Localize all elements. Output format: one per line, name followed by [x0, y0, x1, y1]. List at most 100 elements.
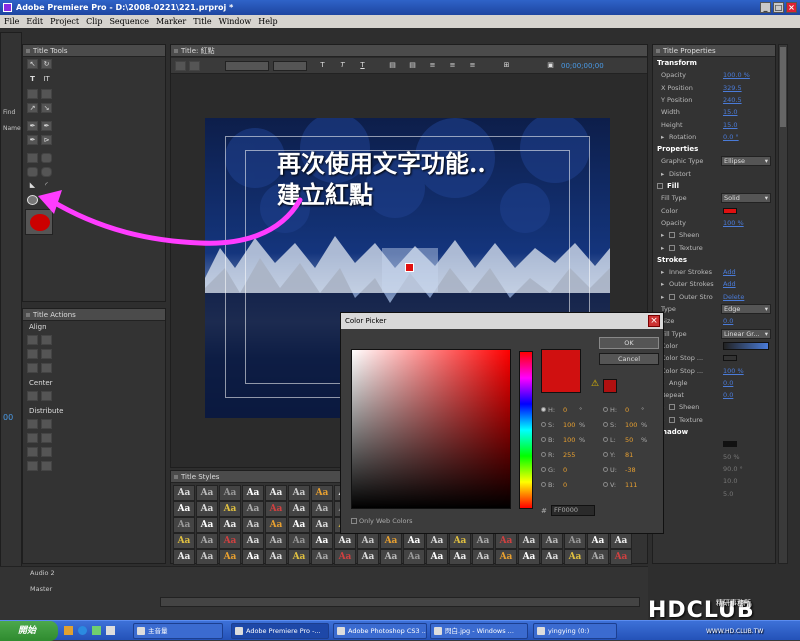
color-swatch[interactable]	[723, 355, 737, 362]
color-field[interactable]: Y: 81	[603, 450, 693, 460]
property-dropdown[interactable]: Solid ▾	[721, 193, 771, 204]
field-value[interactable]: 0	[563, 405, 567, 415]
distribute-7-icon[interactable]	[27, 461, 38, 471]
align-center-text-icon[interactable]: ≡	[447, 61, 458, 71]
expand-arrow-icon[interactable]: ▸	[661, 131, 664, 143]
distribute-2-icon[interactable]	[41, 419, 52, 429]
property-value[interactable]: 240.5	[723, 94, 742, 106]
distribute-8-icon[interactable]	[41, 461, 52, 471]
color-field[interactable]: V: 111	[603, 480, 693, 490]
title-style-swatch[interactable]: Aa	[380, 549, 402, 565]
distribute-6-icon[interactable]	[41, 447, 52, 457]
title-style-swatch[interactable]: Aa	[357, 549, 379, 565]
distribute-1-icon[interactable]	[27, 419, 38, 429]
clipped-rectangle-tool-icon[interactable]	[41, 153, 52, 163]
arc-tool-icon[interactable]: ◜	[41, 181, 52, 191]
red-dot-shape[interactable]	[405, 263, 414, 272]
property-dropdown[interactable]: Linear Gr... ▾	[721, 328, 771, 339]
menu-file[interactable]: File	[4, 17, 19, 26]
title-actions-tab[interactable]: Title Actions	[23, 309, 165, 321]
minimize-button[interactable]: _	[760, 2, 771, 13]
gradient-ramp[interactable]	[723, 341, 769, 350]
new-title-icon[interactable]	[175, 61, 186, 71]
title-style-swatch[interactable]: Aa	[311, 533, 333, 549]
title-style-swatch[interactable]: Aa	[311, 517, 333, 533]
taskbar-button-photoshop[interactable]: Adobe Photoshop CS3 ...	[333, 623, 427, 639]
vertical-area-type-tool-icon[interactable]	[41, 89, 52, 99]
field-radio[interactable]	[603, 467, 608, 472]
align-bottom-icon[interactable]	[41, 363, 52, 373]
vertical-type-tool-icon[interactable]: IT	[41, 75, 52, 85]
leading-icon[interactable]: ▤	[407, 61, 418, 71]
taskbar-button-drive[interactable]: yingying (0:)	[533, 623, 617, 639]
close-window-button[interactable]: ×	[786, 2, 797, 13]
timeline-scrollbar[interactable]	[160, 597, 640, 607]
property-section-label[interactable]: Fill	[667, 180, 679, 192]
title-style-swatch[interactable]: Aa	[403, 549, 425, 565]
title-style-swatch[interactable]: Aa	[196, 485, 218, 501]
gamut-color-swatch[interactable]	[603, 379, 617, 393]
title-style-swatch[interactable]: Aa	[288, 501, 310, 517]
kerning-icon[interactable]: ▤	[387, 61, 398, 71]
title-style-swatch[interactable]: Aa	[587, 549, 609, 565]
menu-window[interactable]: Window	[219, 17, 252, 26]
title-style-swatch[interactable]: Aa	[518, 533, 540, 549]
property-value[interactable]: 0.0 °	[723, 131, 739, 143]
field-value[interactable]: 0	[625, 405, 629, 415]
title-style-swatch[interactable]: Aa	[564, 533, 586, 549]
taskbar-button-volume[interactable]: 主音量	[133, 623, 223, 639]
convert-anchor-tool-icon[interactable]: ⊳	[41, 135, 52, 145]
taskbar-button-image-viewer[interactable]: 閃白.jpg - Windows ...	[430, 623, 528, 639]
property-value[interactable]: 15.0	[723, 106, 737, 118]
align-left-icon[interactable]	[27, 335, 38, 345]
title-style-swatch[interactable]: Aa	[173, 533, 195, 549]
title-style-swatch[interactable]: Aa	[610, 533, 632, 549]
add-anchor-tool-icon[interactable]: ✒	[27, 135, 38, 145]
field-radio[interactable]	[541, 452, 546, 457]
pen-tool-icon[interactable]: ✒	[27, 121, 38, 131]
color-field[interactable]: S: 100%	[603, 420, 693, 430]
expand-arrow-icon[interactable]: ▸	[661, 242, 664, 254]
color-field[interactable]: H: 0 °	[603, 405, 693, 415]
rotation-tool-icon[interactable]: ↻	[41, 59, 52, 69]
title-panel-tab[interactable]: Title: 紅點	[171, 45, 647, 57]
title-style-swatch[interactable]: Aa	[495, 549, 517, 565]
title-style-swatch[interactable]: Aa	[311, 501, 333, 517]
property-value[interactable]: Add	[723, 266, 736, 278]
title-style-swatch[interactable]: Aa	[541, 533, 563, 549]
title-style-swatch[interactable]: Aa	[288, 517, 310, 533]
title-tools-tab[interactable]: Title Tools	[23, 45, 165, 57]
rounded-corner-rectangle-tool-icon[interactable]	[41, 167, 52, 177]
title-style-swatch[interactable]: Aa	[265, 517, 287, 533]
title-style-swatch[interactable]: Aa	[242, 517, 264, 533]
rounded-rectangle-tool-icon[interactable]	[27, 167, 38, 177]
field-value[interactable]: 100	[563, 435, 575, 445]
italic-icon[interactable]: T	[337, 61, 348, 71]
title-style-swatch[interactable]: Aa	[173, 549, 195, 565]
rectangle-tool-icon[interactable]	[27, 153, 38, 163]
title-style-swatch[interactable]: Aa	[495, 533, 517, 549]
title-style-swatch[interactable]: Aa	[311, 485, 333, 501]
color-swatch[interactable]	[723, 441, 737, 448]
properties-scrollbar[interactable]	[778, 44, 788, 564]
field-radio[interactable]	[603, 422, 608, 427]
property-value[interactable]: 10.0	[723, 475, 737, 487]
expand-arrow-icon[interactable]: ▸	[661, 168, 664, 180]
property-dropdown[interactable]: Ellipse ▾	[721, 156, 771, 167]
title-style-swatch[interactable]: Aa	[242, 485, 264, 501]
field-value[interactable]: 0	[563, 480, 567, 490]
ellipse-tool-icon[interactable]	[27, 195, 38, 205]
hex-input[interactable]: FF0000	[551, 505, 595, 516]
align-top-icon[interactable]	[41, 335, 52, 345]
property-value[interactable]: 50 %	[723, 451, 740, 463]
tab-stops-icon[interactable]: ⊞	[501, 61, 512, 71]
title-style-swatch[interactable]: Aa	[472, 533, 494, 549]
align-center-h-icon[interactable]	[27, 349, 38, 359]
field-value[interactable]: 0	[563, 465, 567, 475]
title-style-swatch[interactable]: Aa	[219, 549, 241, 565]
distribute-5-icon[interactable]	[27, 447, 38, 457]
line-tool-icon[interactable]: ╲	[41, 195, 52, 205]
color-field[interactable]: U: -38	[603, 465, 693, 475]
title-style-swatch[interactable]: Aa	[472, 549, 494, 565]
property-value[interactable]: 0.0	[723, 377, 733, 389]
